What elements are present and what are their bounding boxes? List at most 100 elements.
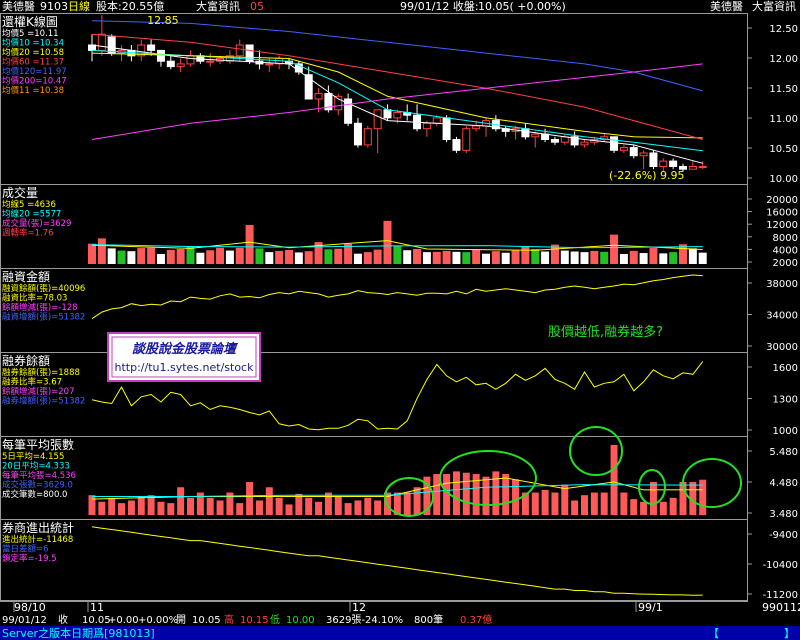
volume-bar (619, 254, 628, 264)
volume-bar (216, 247, 225, 264)
volume-bar (580, 252, 589, 264)
volume-bar (413, 249, 422, 264)
volume-bar (156, 254, 165, 264)
volume-bar (639, 253, 648, 264)
status-close-label: 收 (58, 613, 68, 626)
avg-lots-bar (157, 501, 165, 515)
volume-bar (590, 250, 599, 264)
avg-lots-bar (610, 444, 618, 515)
volume-bar (117, 250, 126, 264)
volume-bar (127, 251, 136, 264)
avg-lots-bar (502, 474, 510, 515)
avg-lots-bar (581, 495, 588, 515)
avg-lots-bar (108, 497, 116, 515)
bracket-right[interactable]: 】 (784, 627, 795, 640)
status-low-label: 低 (270, 613, 280, 626)
avg-lots-bar (541, 489, 549, 515)
avg-lots-bar (344, 503, 352, 515)
legend-entry: 當日差額=6 (2, 544, 49, 555)
legend-entry: 均價60 =11.37 (2, 57, 64, 68)
avg-lots-bar (255, 500, 263, 515)
candle (462, 126, 471, 153)
volume-bar (472, 249, 481, 264)
avg-lots-bar (374, 500, 382, 515)
y-tick-label: 8000 (773, 233, 798, 244)
candle (107, 34, 116, 56)
volume-bar (600, 251, 609, 264)
y-tick-label: 16000 (766, 208, 798, 219)
status-turnover: 0.37億 (460, 613, 492, 626)
avg-lots-bar (571, 500, 579, 515)
vendor-label: 大富資訊 (196, 0, 240, 13)
legend-entry: 成交張數=3629.0 (2, 480, 73, 491)
legend-entry: 融券餘額(張)=1888 (2, 367, 80, 378)
volume-bar (245, 224, 254, 264)
avg-lots-bar (206, 497, 214, 515)
date-tick-label: 98/10 (14, 601, 46, 614)
y-tick-label: 11.50 (769, 84, 798, 95)
volume-bar (610, 234, 619, 264)
volume-bar (166, 249, 175, 264)
volume-bar (206, 250, 215, 264)
avg-lots-bar (334, 496, 342, 515)
status-close: 10.05 (82, 615, 111, 626)
period-label[interactable]: 日線 (68, 0, 90, 13)
y-tick-label: 1600 (773, 363, 798, 374)
panel-title: 券商進出統計 (2, 520, 74, 535)
panel-title: 每筆平均張數 (2, 437, 74, 452)
volume-bar (225, 250, 234, 264)
volume-bar (334, 248, 343, 264)
legend-entry: 均價10 =10.34 (2, 38, 64, 49)
legend-entry: 均價200=10.47 (2, 76, 67, 87)
y-tick-label: -11200 (763, 590, 798, 601)
legend-entry: 融資比率=78.03 (2, 293, 67, 304)
candle (610, 136, 619, 153)
avg-lots-bar (630, 499, 638, 515)
avg-lots-bar (590, 492, 598, 515)
status-change-pct: +0.00% (138, 615, 178, 626)
avg-lots-bar (531, 492, 539, 515)
y-tick-label: 10.00 (769, 174, 798, 185)
date-tick-label: 12 (352, 601, 366, 614)
status-volume: 3629張-24.10% (326, 614, 403, 626)
avg-lots-bar (620, 492, 628, 515)
status-open-label: 開 (176, 614, 186, 626)
price-high-annotation: 12.85 (147, 14, 179, 27)
panel-title: 融資金額 (2, 269, 50, 284)
avg-lots-bar (640, 501, 648, 515)
candle (452, 136, 461, 153)
forum-banner[interactable]: 談股說金股票論壇 http://tu1.sytes.net/stock (107, 332, 261, 382)
close-value: 10.05( +0.00%) (478, 0, 566, 13)
volume-bar (629, 250, 638, 264)
avg-lots-bar (403, 492, 411, 515)
volume-bar (531, 249, 540, 264)
y-tick-label: 2000 (773, 258, 798, 269)
volume-bar (669, 252, 678, 264)
y-tick-label: 10.50 (769, 144, 798, 155)
date-tick-label: 990112 (762, 601, 800, 614)
avg-lots-bar (285, 504, 293, 515)
status-date: 99/01/12 (2, 615, 47, 626)
legend-entry: 均價20 =10.58 (2, 47, 64, 58)
avg-lots-bar (295, 493, 303, 515)
candle (649, 150, 658, 170)
panel-title: 融券餘額 (2, 353, 50, 368)
candle (363, 126, 372, 148)
volume-bar (570, 251, 579, 264)
legend-entry: 成交筆數=800.0 (2, 489, 67, 500)
volume-bar (235, 247, 244, 264)
volume-bar (363, 252, 372, 264)
date-tick-label: 11 (90, 601, 104, 614)
legend-entry: 融資增額(張)=51382 (2, 312, 85, 323)
volume-bar (265, 252, 274, 264)
bracket-left[interactable]: 【 (708, 627, 719, 640)
avg-lots-bar (551, 492, 559, 515)
avg-lots-bar (324, 492, 332, 515)
banner-url[interactable]: http://tu1.sytes.net/stock (115, 361, 255, 374)
volume-bar (560, 250, 569, 264)
avg-lots-bar (561, 484, 569, 515)
y-tick-label: 4000 (773, 245, 798, 256)
avg-lots-bar (600, 492, 608, 515)
legend-entry: 5日平均=4.155 (2, 451, 64, 462)
avg-lots-bar (147, 495, 155, 515)
